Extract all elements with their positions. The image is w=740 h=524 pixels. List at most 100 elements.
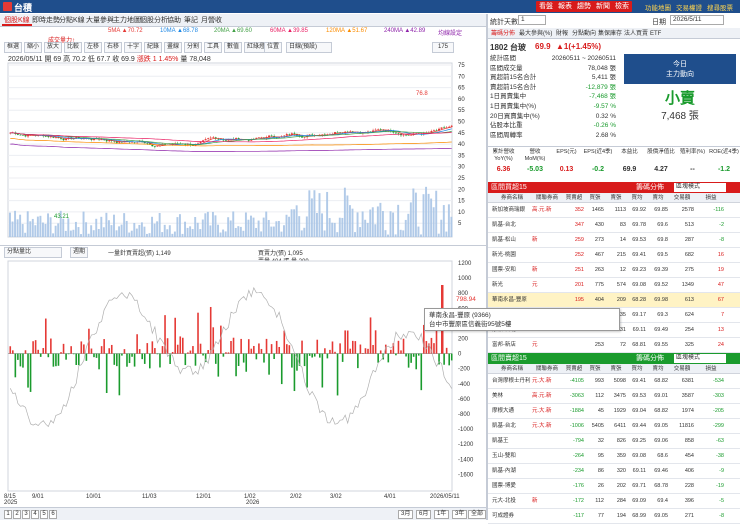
broker-name[interactable]: 台灣摩根士丹利: [492, 374, 532, 389]
toolbar-button-0[interactable]: 框選: [4, 42, 23, 53]
zoom-3m[interactable]: 3月: [398, 510, 414, 519]
ma240-label[interactable]: 240MA ▲42.89: [384, 28, 425, 34]
table-row[interactable]: 新光-桃園 252 467 215 69.41 69.5 682 16: [488, 248, 740, 263]
table-row[interactable]: 凱基-台北 347 430 83 69.78 69.6 513 -2: [488, 218, 740, 233]
table-row[interactable]: 可成證券 -117 77 194 68.99 69.05 271 -8: [488, 509, 740, 524]
page-6[interactable]: 6: [49, 510, 57, 519]
page-1[interactable]: 1: [4, 510, 12, 519]
broker-name[interactable]: 凱基-台北: [492, 419, 532, 434]
broker-name[interactable]: 國票-安和: [492, 263, 532, 278]
top-button-trend[interactable]: 趨勢: [574, 1, 594, 12]
broker-name[interactable]: 摩根大通: [492, 404, 532, 419]
top-link-map[interactable]: 功能地圖: [645, 2, 671, 12]
ma-settings-link[interactable]: 均線設定: [438, 28, 462, 37]
top-link-warrant[interactable]: 交易權證: [676, 2, 702, 12]
broker-name[interactable]: 可成證券: [492, 509, 532, 524]
table-row[interactable]: 華南永昌-豐原 195 404 209 68.28 69.98 613 67: [488, 293, 740, 308]
zoom-3y[interactable]: 3年: [452, 510, 468, 519]
tab-notes[interactable]: 筆記: [182, 15, 200, 26]
toolbar-button-4[interactable]: 左移: [84, 42, 103, 53]
table-row[interactable]: 摩根大通 元.大.新 -1884 45 1929 69.04 68.82 1974 -205: [488, 404, 740, 419]
broker-name[interactable]: 富邦-新店: [492, 338, 532, 353]
broker-name[interactable]: 美林: [492, 389, 532, 404]
ma10-label[interactable]: 10MA ▲68.78: [160, 28, 198, 34]
broker-name[interactable]: 新光: [492, 278, 532, 293]
tab-revenue[interactable]: 月營收: [199, 15, 224, 26]
zoom-all[interactable]: 全部: [468, 510, 486, 519]
broker-name[interactable]: 凱基-台北: [492, 218, 532, 233]
price-chart[interactable]: 75 70 65 60 55 50 45 40 35 30 25 20 15 10 5 76.8 43.21: [0, 55, 486, 245]
page-3[interactable]: 3: [22, 510, 30, 519]
zoom-1y[interactable]: 1年: [434, 510, 450, 519]
subtab-custody[interactable]: 集保庫存: [596, 29, 624, 39]
indicator-bar: [17, 353, 19, 360]
date-select[interactable]: 2026/5/11: [670, 15, 724, 25]
ma5-label[interactable]: 5MA ▲70.72: [108, 28, 143, 34]
toolbar-button-10[interactable]: 工具: [204, 42, 223, 53]
table-row[interactable]: 凱基-松山新 259 273 14 69.53 69.8 287 -8: [488, 233, 740, 248]
table-row[interactable]: 美林 高.元.新 -3063 112 3475 69.53 69.01 3587 -303: [488, 389, 740, 404]
toolbar-button-8[interactable]: 畫線: [164, 42, 183, 53]
toolbar-button-11[interactable]: 數值: [224, 42, 243, 53]
page-5[interactable]: 5: [40, 510, 48, 519]
table-row[interactable]: 富邦-新店元 253 72 68.81 69.55 325 24: [488, 338, 740, 353]
table-row[interactable]: 新加坡商瑞銀 高.元.新 352 1465 1113 69.92 69.85 2578 -116: [488, 203, 740, 218]
broker-name[interactable]: 凱基-松山: [492, 233, 532, 248]
ma120-label[interactable]: 120MA ▲51.67: [326, 28, 367, 34]
indicator-chart[interactable]: 120010008006004002000-200-400-600-800-10…: [0, 257, 486, 493]
bar-count[interactable]: 175: [432, 42, 454, 53]
broker-name[interactable]: 新加坡商瑞銀: [492, 203, 532, 218]
broker-name[interactable]: 新光-桃園: [492, 248, 532, 263]
ma20-label[interactable]: 20MA ▲69.60: [214, 28, 252, 34]
toolbar-button-13[interactable]: 位置: [264, 42, 283, 53]
subtab-maxparticipation[interactable]: 最大參與(%): [517, 29, 554, 39]
broker-name[interactable]: 元大-北投: [492, 494, 532, 509]
subtab-financials[interactable]: 財報: [554, 29, 570, 39]
table-row[interactable]: 國票-安和新 251 263 12 69.23 69.39 275 19: [488, 263, 740, 278]
subtab-distribution[interactable]: 籌碼分佈: [489, 29, 517, 39]
indicator-bar: [121, 353, 123, 356]
toolbar-button-9[interactable]: 分割: [184, 42, 203, 53]
toolbar-button-2[interactable]: 放大: [44, 42, 63, 53]
toolbar-button-7[interactable]: 紀錄: [144, 42, 163, 53]
top-link-search[interactable]: 搜尋股票: [707, 2, 733, 12]
broker-name[interactable]: 國票-博愛: [492, 479, 532, 494]
table-row[interactable]: 凱基-內湖 -234 86 320 69.11 69.46 406 -9: [488, 464, 740, 479]
buy-header-select[interactable]: 區塊模式: [674, 183, 726, 192]
toolbar-button-6[interactable]: 十字: [124, 42, 143, 53]
ma60-label[interactable]: 60MA ▲39.85: [270, 28, 308, 34]
range-select[interactable]: 1: [518, 15, 546, 25]
table-row[interactable]: 凱基王 -794 32 826 69.25 69.06 858 -63: [488, 434, 740, 449]
top-button-report[interactable]: 報表: [555, 1, 575, 12]
broker-name[interactable]: 華南永昌-豐原: [492, 293, 532, 308]
top-button-watch[interactable]: 看盤: [536, 1, 556, 12]
tab-branch-kline[interactable]: 分點K線: [57, 15, 87, 26]
toolbar-button-1[interactable]: 縮小: [24, 42, 43, 53]
top-button-search[interactable]: 檢索: [612, 1, 632, 12]
tab-kline[interactable]: 個股K線: [2, 15, 32, 26]
subtab-etf[interactable]: ETF: [648, 29, 663, 39]
page-2[interactable]: 2: [13, 510, 21, 519]
zoom-6m[interactable]: 6月: [416, 510, 432, 519]
buy-header-mode[interactable]: 籌碼分佈: [636, 182, 664, 193]
tab-help[interactable]: 協助: [165, 15, 183, 26]
subtab-institutional[interactable]: 法人買賣: [622, 29, 650, 39]
table-row[interactable]: 凱基-台北 元.大.新 -1006 5405 6411 69.44 69.05 11816 -2…: [488, 419, 740, 434]
sell-header-mode[interactable]: 籌碼分佈: [636, 353, 664, 364]
table-row[interactable]: 玉山-雙和 -264 95 359 69.08 68.6 454 -38: [488, 449, 740, 464]
sell-header-select[interactable]: 區塊模式: [674, 354, 726, 363]
table-row[interactable]: 國票-博愛 -176 26 202 69.71 68.78 228 -19: [488, 479, 740, 494]
top-button-news[interactable]: 新聞: [593, 1, 613, 12]
table-row[interactable]: 元大-北投新 -172 112 284 69.09 69.4 396 -5: [488, 494, 740, 509]
broker-name[interactable]: 凱基-內湖: [492, 464, 532, 479]
timeframe-select[interactable]: 日線(預設): [286, 42, 332, 53]
toolbar-button-5[interactable]: 右移: [104, 42, 123, 53]
table-row[interactable]: 台灣摩根士丹利 元.大.新 -4105 993 5098 69.41 68.82 6381 -5…: [488, 374, 740, 389]
page-4[interactable]: 4: [31, 510, 39, 519]
indicator-bar: [227, 352, 230, 354]
toolbar-button-3[interactable]: 比較: [64, 42, 83, 53]
table-row[interactable]: 新光元 201 775 574 69.08 69.52 1349 47: [488, 278, 740, 293]
broker-name[interactable]: 凱基王: [492, 434, 532, 449]
broker-name[interactable]: 玉山-雙和: [492, 449, 532, 464]
subtab-branch[interactable]: 分點動向: [570, 29, 598, 39]
